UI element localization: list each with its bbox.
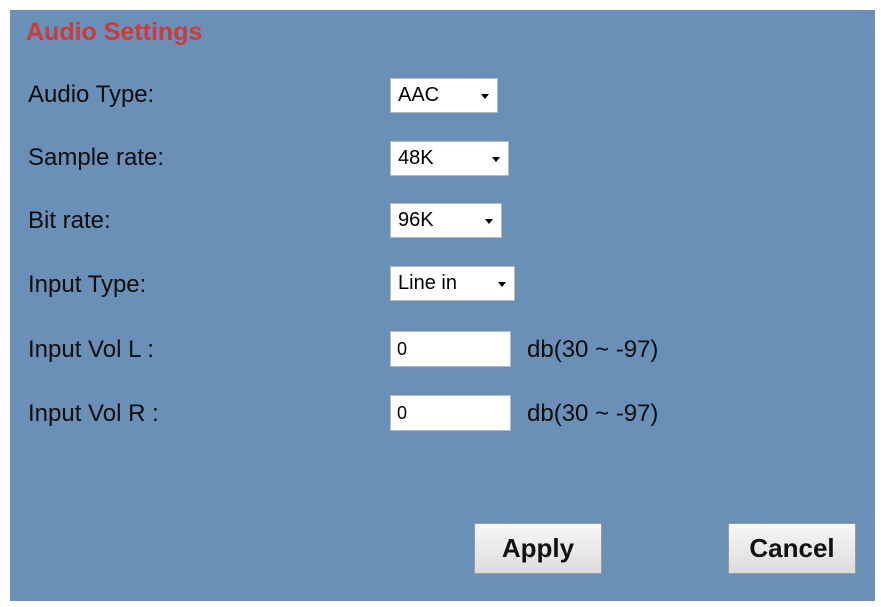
sample-rate-select[interactable]: 48K xyxy=(390,141,509,176)
input-vol-r-unit: db(30 ~ -97) xyxy=(527,400,659,427)
input-vol-l-unit: db(30 ~ -97) xyxy=(527,336,659,363)
cancel-button[interactable]: Cancel xyxy=(728,523,856,574)
page-title: Audio Settings xyxy=(26,18,203,46)
input-vol-l-field[interactable] xyxy=(390,331,511,367)
bit-rate-select[interactable]: 96K xyxy=(390,203,502,238)
bit-rate-value: 96K xyxy=(398,209,434,231)
audio-type-label: Audio Type: xyxy=(28,81,155,108)
audio-type-select[interactable]: AAC xyxy=(390,78,498,113)
input-type-label: Input Type: xyxy=(28,271,147,298)
audio-settings-panel: Audio Settings Audio Type: AAC Sample ra… xyxy=(10,10,875,601)
chevron-down-icon xyxy=(481,93,489,99)
sample-rate-label: Sample rate: xyxy=(28,144,165,171)
input-type-select[interactable]: Line in xyxy=(390,266,515,301)
input-vol-r-field[interactable] xyxy=(390,395,511,431)
chevron-down-icon xyxy=(485,218,493,224)
apply-button[interactable]: Apply xyxy=(474,523,602,574)
input-type-value: Line in xyxy=(398,272,457,294)
audio-type-value: AAC xyxy=(398,84,440,106)
chevron-down-icon xyxy=(492,156,500,162)
input-vol-l-label: Input Vol L : xyxy=(28,336,154,363)
sample-rate-value: 48K xyxy=(398,147,434,169)
bit-rate-label: Bit rate: xyxy=(28,207,111,234)
chevron-down-icon xyxy=(498,281,506,287)
input-vol-r-label: Input Vol R : xyxy=(28,400,159,427)
